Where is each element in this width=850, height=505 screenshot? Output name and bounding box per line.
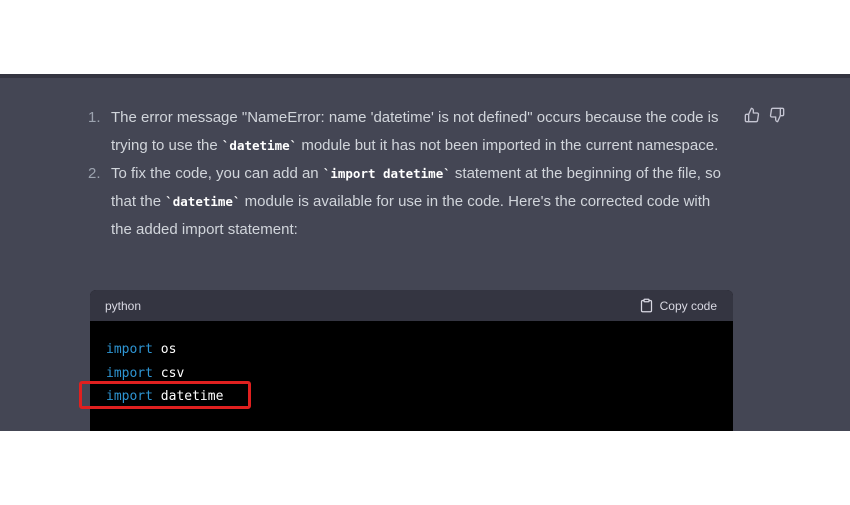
code-language-label: python	[105, 298, 142, 313]
answer-list: 1. The error message "NameError: name 'd…	[88, 104, 733, 244]
answer-item-number: 2.	[88, 165, 101, 182]
answer-text: module but it has not been imported in t…	[297, 137, 719, 154]
python-keyword: import	[106, 365, 153, 381]
screenshot-page: 1. The error message "NameError: name 'd…	[0, 0, 850, 505]
red-highlight-box	[79, 381, 251, 409]
inline-code-import-datetime: `import datetime`	[322, 166, 451, 181]
code-line-import-os: import os	[106, 338, 717, 362]
module-name: os	[160, 342, 177, 357]
assistant-answer: 1. The error message "NameError: name 'd…	[88, 104, 733, 244]
copy-code-button[interactable]: Copy code	[639, 298, 717, 313]
response-feedback	[744, 107, 785, 123]
answer-item-number: 1.	[88, 109, 101, 126]
inline-code-datetime: `datetime`	[165, 194, 241, 209]
copy-code-label: Copy code	[659, 298, 717, 313]
answer-item-2: 2. To fix the code, you can add an `impo…	[88, 160, 733, 244]
inline-code-datetime: `datetime`	[221, 138, 298, 153]
code-block: python Copy code import os import csv im…	[90, 290, 733, 431]
answer-text: To fix the code, you can add an	[111, 165, 323, 182]
thumbs-up-icon[interactable]	[744, 107, 760, 123]
assistant-response-panel: 1. The error message "NameError: name 'd…	[0, 74, 850, 431]
python-keyword: import	[106, 342, 153, 357]
panel-divider	[0, 74, 850, 78]
code-block-header: python Copy code	[90, 290, 733, 321]
answer-item-1: 1. The error message "NameError: name 'd…	[88, 104, 733, 160]
module-name: csv	[160, 365, 185, 381]
thumbs-down-icon[interactable]	[769, 107, 785, 123]
clipboard-icon	[639, 298, 654, 313]
